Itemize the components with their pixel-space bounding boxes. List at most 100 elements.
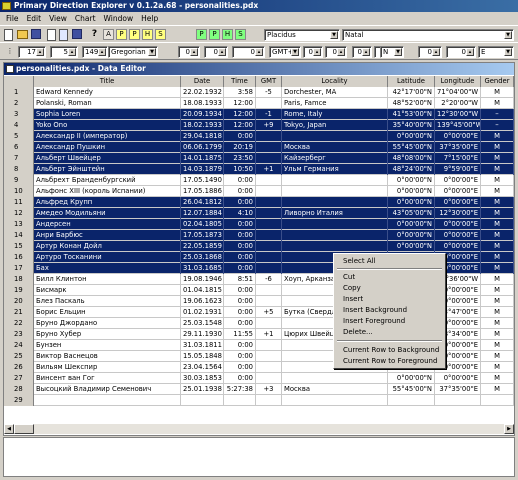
title-cell[interactable]: Альберт Швейцер [34,153,181,164]
time-cell[interactable]: 0:00 [224,241,256,252]
gender-cell[interactable]: M [481,307,514,318]
column-header-locality[interactable]: Locality [282,76,388,87]
title-cell[interactable]: Бруно Джордано [34,318,181,329]
data-editor-icon[interactable] [59,29,68,41]
time-cell[interactable]: 12:00 [224,109,256,120]
longitude-cell[interactable]: 37°35'00"E [435,384,481,395]
time-cell[interactable]: 3:58 [224,87,256,98]
scroll-left-icon[interactable]: ◀ [4,424,14,434]
gender-cell[interactable]: M [481,329,514,340]
new-chart-icon[interactable] [47,29,56,41]
latitude-cell[interactable]: 48°24'00"N [388,164,435,175]
gmt-cell[interactable] [256,175,282,186]
latitude-cell[interactable]: 0°00'00"N [388,241,435,252]
menu-insert-background[interactable]: Insert Background [336,305,443,315]
time-cell[interactable]: 0:00 [224,131,256,142]
time-cell[interactable]: 12:00 [224,120,256,131]
gender-cell[interactable]: M [481,362,514,373]
column-header-gmt[interactable]: GMT [256,76,282,87]
table-row[interactable]: 6 Александр Пушкин 06.06.1799 20:19 Москва 55… [4,142,514,153]
date-cell[interactable]: 31.03.1685 [181,263,224,274]
time-cell[interactable]: 11:55 [224,329,256,340]
time-cell[interactable]: 0:00 [224,373,256,384]
table-row[interactable]: 9 Альбрехт Бранденбургский 17.05.1490 0:00 0… [4,175,514,186]
title-cell[interactable]: Бах [34,263,181,274]
locality-cell[interactable]: Москва [282,142,388,153]
gmt-cell[interactable] [256,296,282,307]
latitude-cell[interactable]: 55°45'00"N [388,384,435,395]
date-cell[interactable]: 25.03.1868 [181,252,224,263]
time-cell[interactable]: 0:00 [224,318,256,329]
longitude-cell[interactable]: 0°00'00"E [435,219,481,230]
time-cell[interactable]: 0:00 [224,307,256,318]
date-cell[interactable]: 01.04.1815 [181,285,224,296]
menu-help[interactable]: Help [137,14,162,23]
gmt-cell[interactable] [256,142,282,153]
star-toggle-2[interactable]: S [235,29,246,40]
table-row[interactable]: 29 [4,395,514,406]
table-row[interactable]: 4 Yoko Ono 18.02.1933 12:00 +9 Tokyo, Japan 35… [4,120,514,131]
help-icon[interactable]: ? [90,29,99,41]
longitude-cell[interactable]: 0°00'00"E [435,230,481,241]
gender-cell[interactable]: M [481,131,514,142]
gmt-cell[interactable] [256,241,282,252]
latitude-cell[interactable]: 0°00'00"N [388,131,435,142]
planet-toggle-3[interactable]: P [196,29,207,40]
latitude-cell[interactable]: 35°40'00"N [388,120,435,131]
date-cell[interactable]: 17.05.1886 [181,186,224,197]
longitude-cell[interactable]: 139°45'00"W [435,120,481,131]
locality-cell[interactable]: Paris, Famce [282,98,388,109]
gmt-cell[interactable] [256,263,282,274]
menu-file[interactable]: File [2,14,23,23]
longitude-cell[interactable]: 0°00'00"E [435,175,481,186]
latitude-cell[interactable] [388,395,435,406]
time-cell[interactable]: 0:00 [224,296,256,307]
date-cell[interactable]: 14.03.1879 [181,164,224,175]
house-system-select[interactable]: Placidus ▼ [264,29,340,41]
table-row[interactable]: 15 Артур Конан Дойл 22.05.1859 0:00 0°00'00"… [4,241,514,252]
latitude-cell[interactable]: 55°45'00"N [388,142,435,153]
title-cell[interactable]: Edward Kennedy [34,87,181,98]
minute-field[interactable]: 0 ▴ [204,46,228,58]
table-row[interactable]: 12 Амедео Модильяни 12.07.1884 4:10 Ливорно … [4,208,514,219]
title-cell[interactable]: Альбрехт Бранденбургский [34,175,181,186]
longitude-cell[interactable]: 12°30'00"E [435,208,481,219]
date-cell[interactable]: 01.02.1931 [181,307,224,318]
gmt-cell[interactable]: -5 [256,87,282,98]
title-cell[interactable]: Александр II (император) [34,131,181,142]
gender-cell[interactable]: M [481,175,514,186]
year-field[interactable]: 1490 ▴ [82,46,108,58]
gmt-cell[interactable] [256,197,282,208]
gender-cell[interactable]: M [481,252,514,263]
chart-type-select[interactable]: Natal ▼ [342,29,514,41]
house-toggle-2[interactable]: H [222,29,233,40]
locality-cell[interactable] [282,395,388,406]
time-cell[interactable]: 0:00 [224,362,256,373]
title-cell[interactable]: Высоцкий Владимир Семенович [34,384,181,395]
date-cell[interactable]: 18.08.1933 [181,98,224,109]
gmt-cell[interactable] [256,340,282,351]
latitude-cell[interactable]: 0°00'00"N [388,230,435,241]
locality-cell[interactable]: Tokyo, Japan [282,120,388,131]
date-cell[interactable]: 29.04.1818 [181,131,224,142]
longitude-cell[interactable]: 2°20'00"W [435,98,481,109]
table-row[interactable]: 11 Альфред Крупп 26.04.1812 0:00 0°00'00"N 0°… [4,197,514,208]
gmt-cell[interactable]: +1 [256,329,282,340]
time-cell[interactable]: 0:00 [224,340,256,351]
gender-cell[interactable]: – [481,120,514,131]
gmt-cell[interactable] [256,351,282,362]
horizontal-scrollbar[interactable]: ◀ ▶ [4,423,514,434]
gender-cell[interactable]: M [481,197,514,208]
table-row[interactable]: 28 Высоцкий Владимир Семенович 25.01.1938 5… [4,384,514,395]
menu-insert[interactable]: Insert [336,294,443,304]
longitude-cell[interactable]: 0°00'00"E [435,131,481,142]
gender-cell[interactable] [481,395,514,406]
menu-view[interactable]: View [45,14,71,23]
date-cell[interactable]: 22.02.1932 [181,87,224,98]
table-row[interactable]: 14 Анри Барбюс 17.05.1873 0:00 0°00'00"N 0°00… [4,230,514,241]
date-cell[interactable]: 14.01.1875 [181,153,224,164]
locality-cell[interactable]: Rome, Italy [282,109,388,120]
gender-cell[interactable]: M [481,340,514,351]
gender-cell[interactable]: M [481,98,514,109]
date-cell[interactable]: 17.05.1490 [181,175,224,186]
